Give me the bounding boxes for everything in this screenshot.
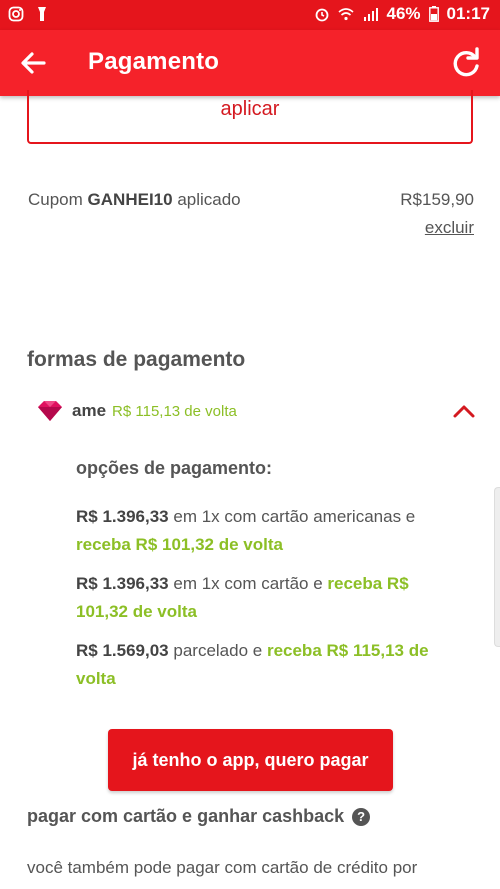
refresh-icon — [453, 47, 479, 77]
status-bar: 46% 01:17 — [0, 0, 500, 30]
page-title: Pagamento — [88, 48, 220, 75]
option-text: em 1x com cartão e — [173, 574, 323, 593]
card-cashback-description: você também pode pagar com cartão de cré… — [27, 858, 418, 877]
arrow-left-icon — [21, 52, 46, 74]
refresh-button[interactable] — [448, 46, 484, 80]
back-button[interactable] — [14, 46, 54, 80]
pay-with-app-button[interactable]: já tenho o app, quero pagar — [108, 729, 393, 791]
option-amount: R$ 1.396,33 — [76, 507, 169, 526]
coupon-prefix: Cupom — [28, 190, 83, 209]
coupon-price: R$159,90 — [400, 190, 474, 209]
instagram-icon — [8, 6, 24, 22]
battery-icon — [428, 6, 439, 22]
option-text: parcelado e — [173, 641, 263, 660]
payment-option: R$ 1.396,33 em 1x com cartão americanas … — [76, 503, 436, 559]
payment-option: R$ 1.569,03 parcelado e receba R$ 115,13… — [76, 637, 436, 693]
apply-coupon-button[interactable]: aplicar — [27, 90, 473, 144]
chevron-up-icon[interactable] — [452, 400, 476, 422]
scroll-indicator[interactable] — [494, 487, 500, 647]
ame-payment-option[interactable]: ame R$ 115,13 de volta — [36, 396, 476, 426]
clock: 01:17 — [446, 4, 490, 23]
option-amount: R$ 1.396,33 — [76, 574, 169, 593]
remove-coupon-link[interactable]: excluir — [425, 218, 474, 238]
payment-methods-heading: formas de pagamento — [27, 348, 246, 371]
ame-name: ame — [72, 401, 107, 420]
alarm-icon — [316, 8, 329, 22]
signal-icon — [364, 8, 379, 21]
card-cashback-title: pagar com cartão e ganhar cashback — [27, 806, 345, 826]
card-cashback-heading: pagar com cartão e ganhar cashback ? — [27, 806, 371, 827]
apply-coupon-label: aplicar — [220, 98, 280, 120]
option-cashback: receba R$ 101,32 de volta — [76, 535, 283, 554]
option-text: em 1x com cartão americanas e — [173, 507, 416, 526]
wifi-icon — [338, 8, 355, 21]
payment-option: R$ 1.396,33 em 1x com cartão e receba R$… — [76, 570, 436, 626]
help-icon[interactable]: ? — [352, 807, 371, 826]
coupon-suffix: aplicado — [177, 190, 241, 209]
coupon-applied-row: Cupom GANHEI10 aplicado R$159,90 excluir — [28, 190, 474, 237]
flashlight-icon — [38, 7, 46, 21]
ame-logo-icon — [38, 401, 62, 421]
ame-cashback: R$ 115,13 de volta — [112, 402, 237, 420]
option-amount: R$ 1.569,03 — [76, 641, 169, 660]
coupon-code: GANHEI10 — [87, 190, 173, 209]
payment-options-heading: opções de pagamento: — [76, 458, 273, 478]
coupon-text: Cupom GANHEI10 aplicado — [28, 190, 241, 209]
app-bar: Pagamento — [0, 30, 500, 96]
battery-percentage: 46% — [386, 4, 421, 23]
